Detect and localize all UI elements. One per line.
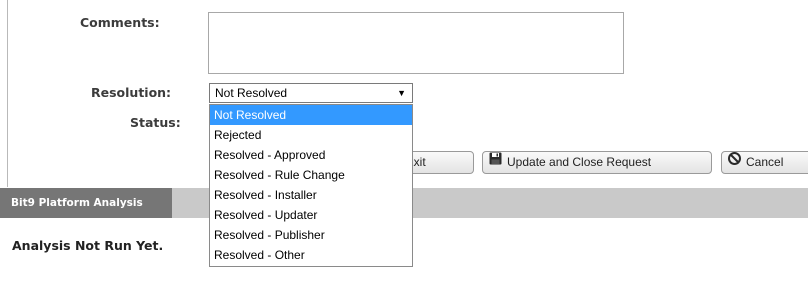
analysis-status-text: Analysis Not Run Yet. — [12, 238, 164, 253]
comments-label: Comments: — [80, 15, 160, 30]
floppy-disk-icon — [489, 152, 502, 172]
dropdown-option[interactable]: Resolved - Installer — [210, 185, 412, 205]
dropdown-option[interactable]: Resolved - Rule Change — [210, 165, 412, 185]
dropdown-option[interactable]: Resolved - Other — [210, 245, 412, 265]
resolution-dropdown-list[interactable]: Not Resolved Rejected Resolved - Approve… — [209, 104, 413, 267]
update-and-close-request-label: Update and Close Request — [507, 155, 652, 169]
section-title: Bit9 Platform Analysis — [0, 188, 172, 218]
dropdown-option[interactable]: Resolved - Approved — [210, 145, 412, 165]
cancel-label: Cancel — [746, 155, 784, 169]
comments-textarea[interactable] — [208, 12, 624, 74]
update-and-close-request-button[interactable]: Update and Close Request — [482, 151, 712, 174]
resolution-label: Resolution: — [91, 85, 172, 100]
resolution-selected-value: Not Resolved — [215, 86, 288, 100]
left-border — [7, 0, 8, 187]
dropdown-option[interactable]: Resolved - Publisher — [210, 225, 412, 245]
cancel-button[interactable]: Cancel — [721, 151, 808, 174]
status-label: Status: — [130, 115, 181, 130]
dropdown-option[interactable]: Not Resolved — [210, 105, 412, 125]
resolution-select[interactable]: Not Resolved ▼ — [209, 83, 413, 103]
dropdown-option[interactable]: Rejected — [210, 125, 412, 145]
triangle-down-icon: ▼ — [397, 88, 406, 98]
cancel-circle-icon — [728, 152, 741, 172]
dropdown-option[interactable]: Resolved - Updater — [210, 205, 412, 225]
